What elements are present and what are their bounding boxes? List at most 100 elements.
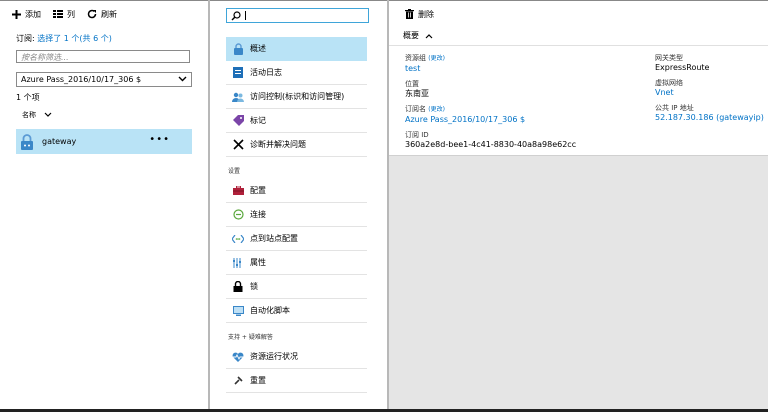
activity-log-icon: [232, 67, 244, 79]
menu-item-label: 资源运行状况: [250, 352, 298, 361]
reset-icon: [232, 375, 244, 387]
properties-icon: [232, 257, 244, 269]
add-button[interactable]: 添加: [12, 9, 41, 20]
menu-item-locks[interactable]: 锁: [226, 275, 367, 299]
vnet-label: 虚拟网络: [655, 79, 683, 87]
essentials-left: 资源组 (更改) test 位置 东南亚 订阅名 (更改) Azure Pass…: [405, 53, 576, 155]
resource-name: gateway: [42, 137, 77, 146]
detail-toolbar: 删除: [389, 1, 768, 27]
menu-item-overview[interactable]: 概述: [226, 37, 367, 61]
subscription-filter-link[interactable]: 选择了 1 个(共 6 个): [37, 34, 112, 43]
refresh-icon: [87, 9, 97, 19]
section-support: 支持 + 疑难解答: [228, 334, 273, 341]
delete-label: 删除: [418, 9, 434, 19]
gateway-lock-icon: [20, 133, 34, 150]
columns-icon: [53, 10, 63, 18]
vnet-value[interactable]: Vnet: [655, 88, 764, 98]
public-ip-value[interactable]: 52.187.30.186 (gatewayip): [655, 113, 764, 123]
chevron-down-icon: [178, 76, 187, 82]
subscription-id-label: 订阅 ID: [405, 131, 429, 139]
content-area: [389, 155, 768, 409]
menu-item-connections[interactable]: 连接: [226, 203, 367, 227]
essentials-toggle[interactable]: 概要: [403, 30, 433, 41]
text-cursor: [245, 11, 246, 20]
menu-item-label: 概述: [250, 44, 266, 53]
menu-search-input[interactable]: [226, 8, 369, 23]
delete-button[interactable]: 删除: [405, 9, 434, 20]
connection-icon: [232, 209, 244, 221]
resource-group-label-row: 资源组 (更改): [405, 53, 576, 64]
menu-list: 概述 活动日志 访问控制(标识和访问管理) 标记 诊断并解决问题 设置 配置 连…: [226, 37, 367, 393]
menu-item-label: 自动化脚本: [250, 306, 290, 315]
refresh-label: 刷新: [101, 9, 117, 19]
menu-item-reset[interactable]: 重置: [226, 369, 367, 393]
heart-pulse-icon: [232, 351, 244, 363]
subscription-value[interactable]: Azure Pass_2016/10/17_306 $: [405, 115, 576, 125]
menu-item-label: 标记: [250, 116, 266, 125]
menu-item-tags[interactable]: 标记: [226, 109, 367, 133]
subscription-select-value: Azure Pass_2016/10/17_306 $: [21, 75, 142, 84]
code-brackets-icon: [232, 233, 244, 245]
subscription-edit-link[interactable]: (更改): [428, 106, 445, 113]
wrench-icon: [232, 139, 244, 151]
subscription-id-value: 360a2e8d-bee1-4c41-8830-40a8a98e62cc: [405, 140, 577, 149]
essentials-right: 网关类型 ExpressRoute 虚拟网络 Vnet 公共 IP 地址 52.…: [655, 53, 764, 128]
users-icon: [232, 91, 244, 103]
tag-icon: [232, 115, 244, 127]
resource-group-edit-link[interactable]: (更改): [428, 55, 445, 62]
menu-item-label: 诊断并解决问题: [250, 140, 306, 149]
sort-label: 名称: [22, 111, 36, 119]
menu-item-diagnose[interactable]: 诊断并解决问题: [226, 133, 367, 157]
more-actions-button[interactable]: •••: [149, 135, 170, 145]
essentials-label: 概要: [403, 31, 419, 40]
location-value: 东南亚: [405, 89, 429, 98]
subscription-label: 订阅名: [405, 105, 426, 113]
menu-item-label: 属性: [250, 258, 266, 267]
toolbox-icon: [232, 185, 244, 197]
subscription-prefix: 订阅:: [16, 34, 38, 43]
resource-group-label: 资源组: [405, 54, 426, 62]
menu-item-automation-script[interactable]: 自动化脚本: [226, 299, 367, 323]
name-filter-input[interactable]: 按名称筛选...: [16, 50, 190, 63]
menu-item-configuration[interactable]: 配置: [226, 179, 367, 203]
menu-item-properties[interactable]: 属性: [226, 251, 367, 275]
item-count: 1 个项: [16, 93, 40, 102]
menu-item-label: 访问控制(标识和访问管理): [250, 92, 345, 101]
resource-group-value[interactable]: test: [405, 64, 576, 74]
refresh-button[interactable]: 刷新: [87, 9, 117, 20]
chevron-down-icon: [44, 112, 52, 117]
menu-item-resource-health[interactable]: 资源运行状况: [226, 345, 367, 369]
menu-item-label: 配置: [250, 186, 266, 195]
resource-detail-blade: 删除 概要 资源组 (更改) test 位置 东南亚 订阅名 (更改) Azur…: [389, 1, 768, 409]
section-settings: 设置: [228, 168, 241, 175]
subscription-summary: 订阅: 选择了 1 个(共 6 个): [16, 33, 112, 44]
menu-item-label: 连接: [250, 210, 266, 219]
chevron-up-icon: [425, 33, 433, 38]
trash-icon: [405, 9, 414, 19]
columns-button[interactable]: 列: [53, 9, 75, 20]
plus-icon: [12, 9, 21, 19]
columns-label: 列: [67, 9, 75, 19]
subscription-select[interactable]: Azure Pass_2016/10/17_306 $: [16, 72, 192, 87]
menu-item-activity-log[interactable]: 活动日志: [226, 61, 367, 85]
gateway-type-label: 网关类型: [655, 54, 683, 62]
gateway-type-value: ExpressRoute: [655, 63, 710, 72]
subscription-label-row: 订阅名 (更改): [405, 104, 576, 115]
lock-icon: [232, 281, 244, 293]
gateway-lock-icon: [232, 42, 244, 55]
public-ip-label: 公共 IP 地址: [655, 104, 694, 112]
menu-item-label: 活动日志: [250, 68, 282, 77]
search-icon: [231, 10, 241, 20]
menu-item-label: 点到站点配置: [250, 234, 298, 243]
list-toolbar: 添加 列 刷新: [0, 1, 208, 27]
menu-item-access-control[interactable]: 访问控制(标识和访问管理): [226, 85, 367, 109]
menu-item-label: 锁: [250, 282, 258, 291]
location-label: 位置: [405, 80, 419, 88]
script-icon: [232, 305, 244, 317]
resource-row-gateway[interactable]: gateway •••: [16, 129, 192, 154]
resource-menu-blade: 概述 活动日志 访问控制(标识和访问管理) 标记 诊断并解决问题 设置 配置 连…: [210, 1, 387, 409]
resource-list-blade: 添加 列 刷新 订阅: 选择了 1 个(共 6 个) 按名称筛选... Azur…: [0, 1, 208, 409]
menu-item-point-to-site[interactable]: 点到站点配置: [226, 227, 367, 251]
sort-by-name[interactable]: 名称: [22, 110, 52, 120]
menu-item-label: 重置: [250, 376, 266, 385]
